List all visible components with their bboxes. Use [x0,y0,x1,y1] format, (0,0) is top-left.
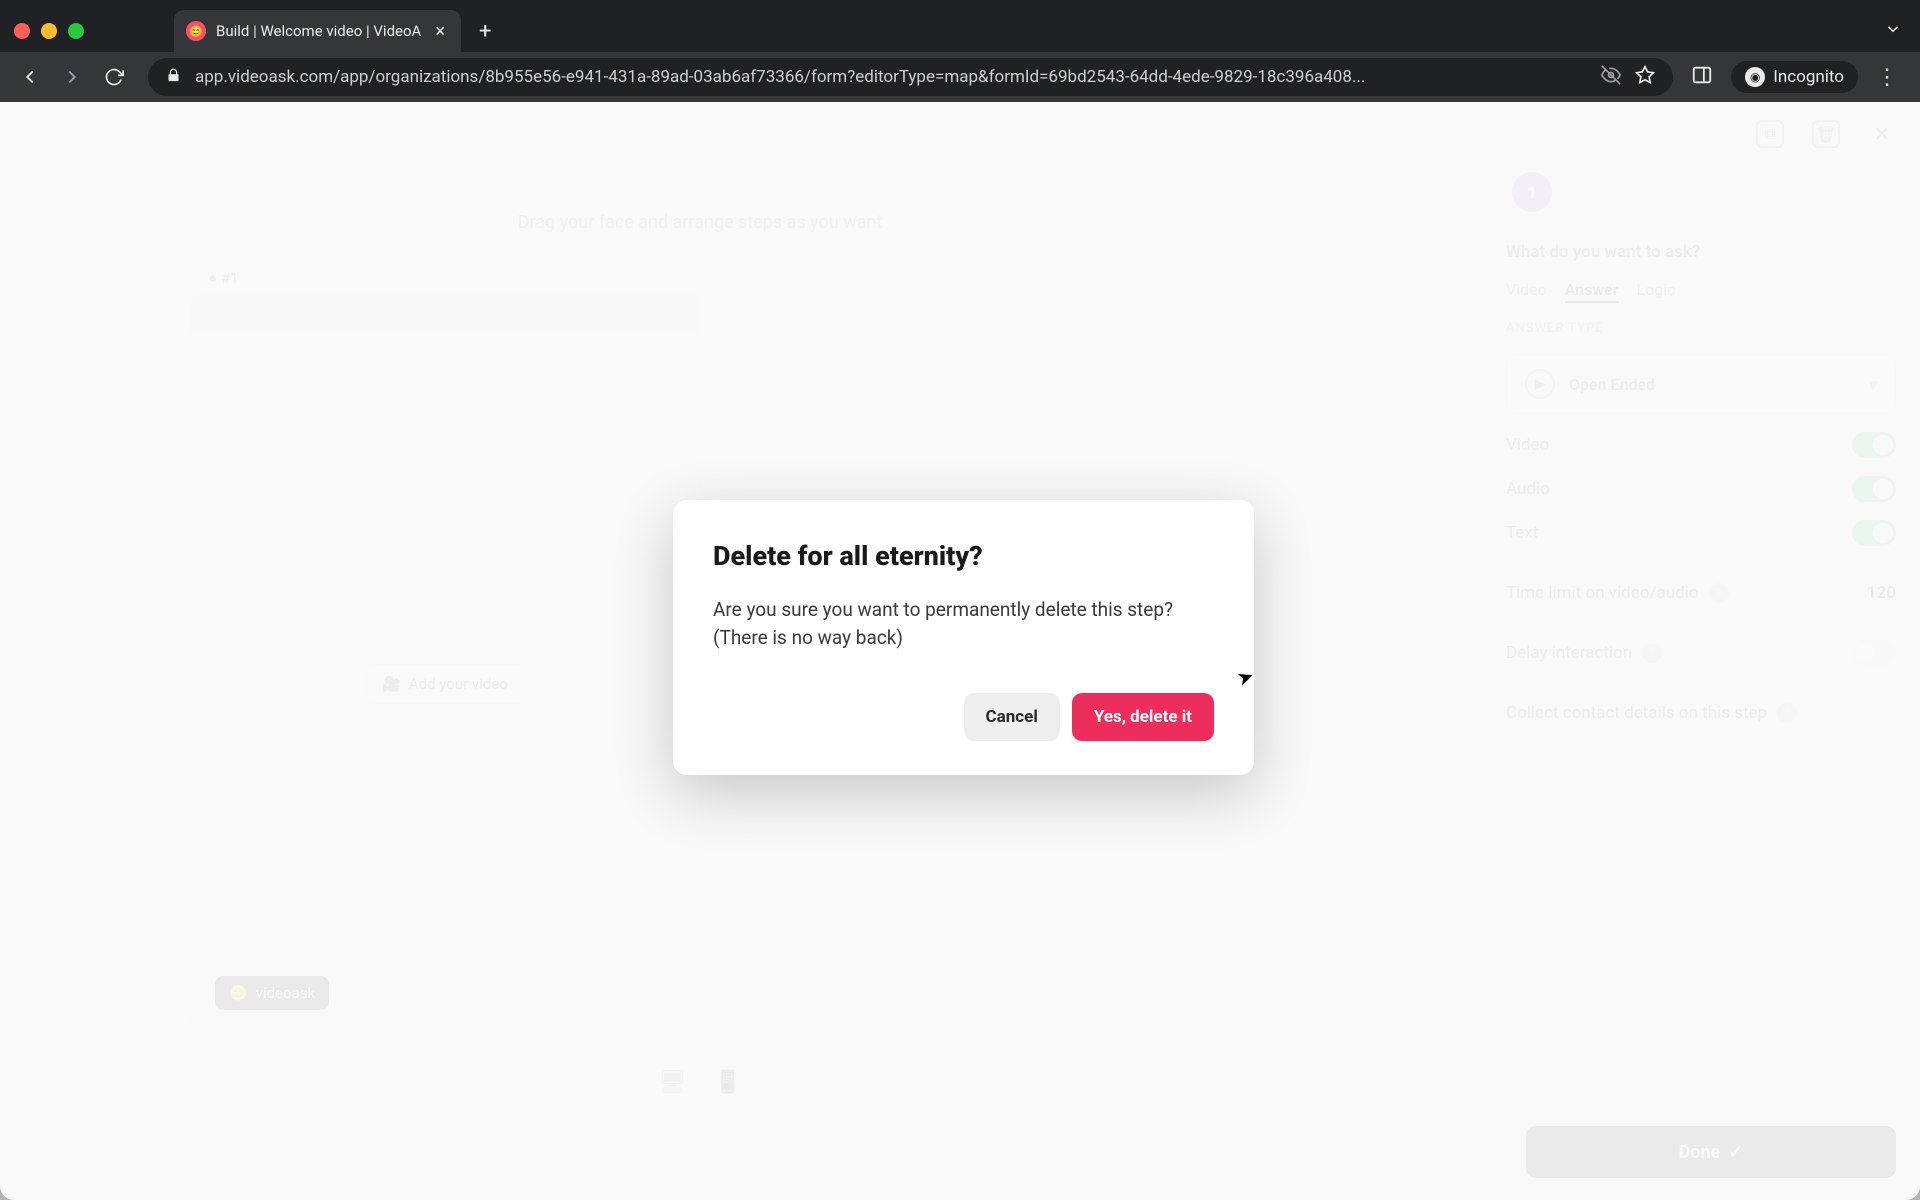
confirm-delete-button[interactable]: Yes, delete it [1072,693,1214,741]
window-controls [14,23,84,39]
window-minimize-button[interactable] [41,23,57,39]
tab-bar: 😊 Build | Welcome video | VideoA × + [0,10,1920,52]
incognito-label: Incognito [1773,67,1844,87]
modal-title: Delete for all eternity? [713,540,1214,572]
forward-button[interactable] [56,61,88,93]
window-close-button[interactable] [14,23,30,39]
url-field[interactable]: app.videoask.com/app/organizations/8b955… [148,58,1673,96]
incognito-badge[interactable]: ◉ Incognito [1731,61,1858,93]
page-viewport: ⧉ 🗑 × 1 What do you want to ask? Video A… [0,102,1920,1200]
modal-body: Are you sure you want to permanently del… [713,596,1214,651]
side-panel-icon[interactable] [1691,64,1713,90]
tab-title: Build | Welcome video | VideoA [216,22,421,40]
tab-close-icon[interactable]: × [431,21,449,42]
new-tab-button[interactable]: + [461,19,509,44]
lock-icon [166,68,181,87]
address-bar: app.videoask.com/app/organizations/8b955… [0,52,1920,102]
back-button[interactable] [14,61,46,93]
delete-confirm-modal: Delete for all eternity? Are you sure yo… [673,500,1254,775]
cancel-button[interactable]: Cancel [964,693,1060,741]
eye-off-icon[interactable] [1601,65,1621,89]
reload-button[interactable] [98,61,130,93]
window-zoom-button[interactable] [68,23,84,39]
tabs-overflow-icon[interactable] [1884,20,1902,42]
url-text: app.videoask.com/app/organizations/8b955… [195,67,1587,87]
bookmark-star-icon[interactable] [1635,65,1655,89]
incognito-icon: ◉ [1745,67,1765,87]
modal-actions: Cancel Yes, delete it [713,693,1214,741]
window-title-bar [0,0,1920,10]
browser-menu-icon[interactable]: ⋮ [1876,65,1898,90]
browser-tab[interactable]: 😊 Build | Welcome video | VideoA × [174,10,461,52]
tab-favicon-icon: 😊 [186,21,206,41]
